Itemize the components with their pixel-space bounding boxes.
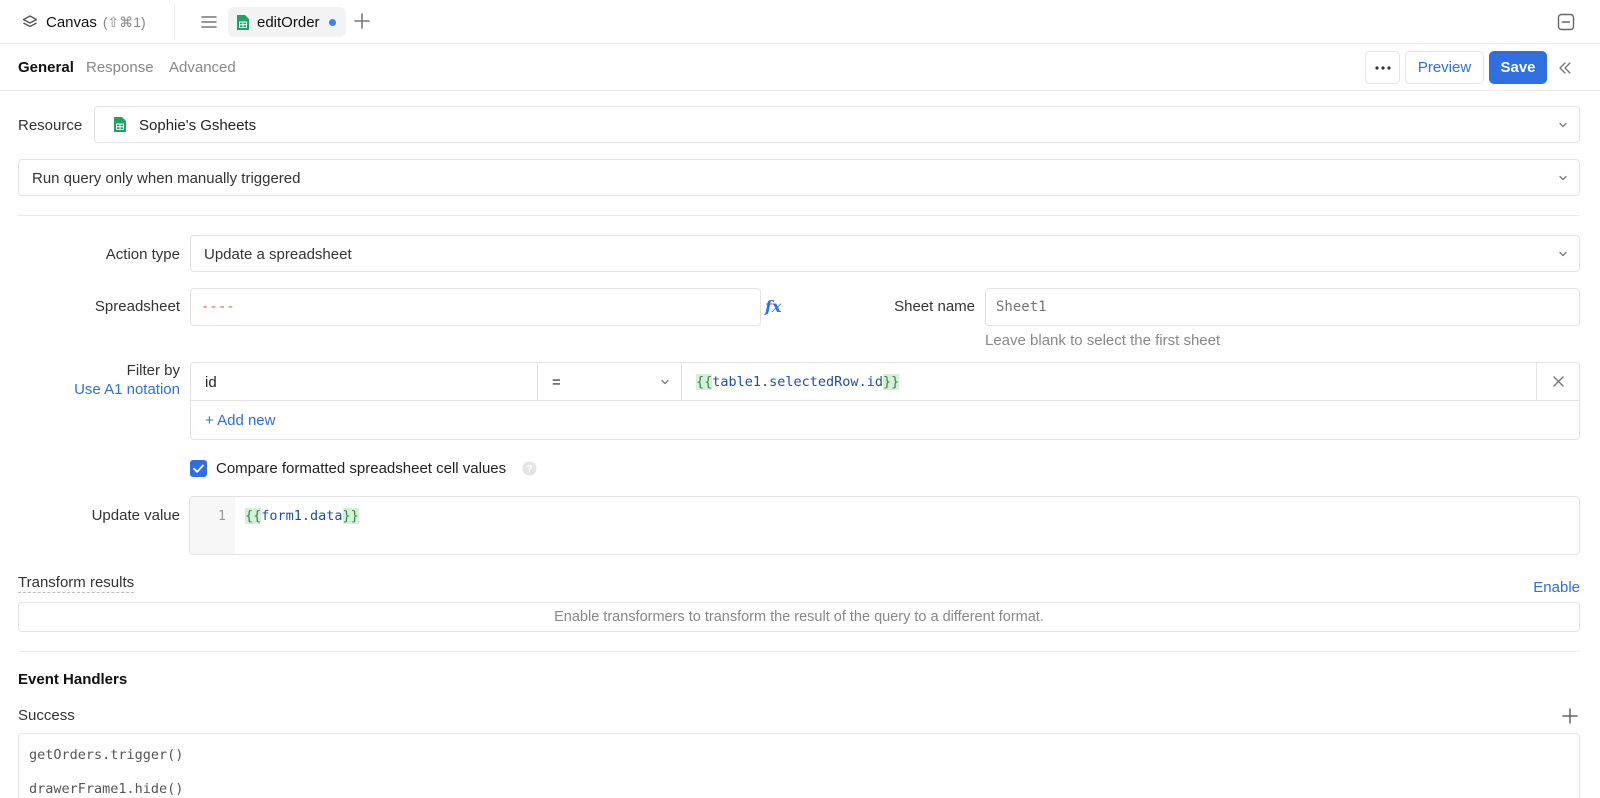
divider <box>174 4 175 40</box>
add-event-handler-icon[interactable] <box>1562 708 1578 724</box>
spreadsheet-value: ---- <box>201 299 235 315</box>
ellipsis-icon <box>1374 65 1391 70</box>
tab-bar: Canvas (⇧⌘1) editOrder <box>0 0 1600 44</box>
line-number: 1 <box>217 508 226 524</box>
update-value-editor[interactable]: 1 {{form1.data}} <box>189 496 1580 555</box>
canvas-shortcut: (⇧⌘1) <box>102 13 146 30</box>
filter-operator-value: = <box>552 374 561 391</box>
help-icon[interactable]: ? <box>522 461 537 476</box>
add-filter-button[interactable]: + Add new <box>205 412 275 429</box>
spreadsheet-label: Spreadsheet <box>94 298 180 315</box>
file-tab-label: editOrder <box>257 13 320 31</box>
canvas-tab[interactable]: Canvas (⇧⌘1) <box>22 11 146 33</box>
update-value-label: Update value <box>91 507 180 524</box>
filter-column-input[interactable]: id <box>191 363 538 401</box>
transform-info-box: Enable transformers to transform the res… <box>18 602 1580 632</box>
spreadsheet-select[interactable]: ---- <box>190 288 761 326</box>
layers-icon <box>22 15 38 28</box>
transform-description: Enable transformers to transform the res… <box>554 609 1044 625</box>
line-number-gutter: 1 <box>190 497 235 554</box>
action-type-value: Update a spreadsheet <box>204 246 352 263</box>
chevron-down-icon <box>1559 251 1567 257</box>
resource-label: Resource <box>18 117 83 134</box>
remove-filter-button[interactable] <box>1536 363 1580 401</box>
minimize-panel-icon[interactable] <box>1556 12 1576 32</box>
tab-general[interactable]: General <box>18 59 74 76</box>
update-value-code: {{form1.data}} <box>245 508 359 524</box>
action-type-select[interactable]: Update a spreadsheet <box>190 235 1580 272</box>
tab-advanced[interactable]: Advanced <box>169 59 236 76</box>
sheet-name-hint: Leave blank to select the first sheet <box>985 332 1221 349</box>
success-label: Success <box>18 707 75 724</box>
compare-formatted-checkbox[interactable] <box>190 460 207 477</box>
collapse-panel-icon[interactable] <box>1557 60 1573 76</box>
filter-value-input[interactable]: {{table1.selectedRow.id}} <box>682 363 1536 401</box>
tab-edit-order[interactable]: editOrder <box>228 7 346 37</box>
sheet-name-input[interactable] <box>985 288 1580 326</box>
chevron-down-icon <box>661 379 669 385</box>
save-button[interactable]: Save <box>1489 51 1547 84</box>
compare-formatted-label: Compare formatted spreadsheet cell value… <box>216 460 507 477</box>
resource-value: Sophie's Gsheets <box>139 117 257 134</box>
google-sheets-icon <box>114 117 126 132</box>
query-editor-header: General Response Advanced Preview Save <box>0 44 1600 91</box>
use-a1-notation-link[interactable]: Use A1 notation <box>40 381 180 398</box>
divider <box>18 215 1580 216</box>
unsaved-indicator <box>328 18 336 26</box>
event-handler-list: getOrders.trigger() drawerFrame1.hide() <box>18 733 1580 798</box>
add-tab-icon[interactable] <box>353 12 371 30</box>
svg-text:?: ? <box>526 464 532 475</box>
filter-group: id = {{table1.selectedRow.id}} + Add new <box>190 362 1580 440</box>
resource-select[interactable]: Sophie's Gsheets <box>94 106 1580 143</box>
menu-icon[interactable] <box>200 13 218 31</box>
filter-value-code: {{table1.selectedRow.id}} <box>696 374 900 390</box>
checkmark-icon <box>193 464 204 473</box>
fx-toggle-button[interactable]: fx <box>765 297 781 316</box>
canvas-tab-label: Canvas <box>46 13 97 31</box>
divider <box>18 651 1580 652</box>
filter-column-value: id <box>205 374 217 391</box>
filter-operator-select[interactable]: = <box>538 363 682 401</box>
more-options-button[interactable] <box>1365 51 1400 84</box>
event-handlers-title: Event Handlers <box>18 671 128 688</box>
tab-response[interactable]: Response <box>86 59 154 76</box>
chevron-down-icon <box>1559 122 1567 128</box>
enable-transformer-button[interactable]: Enable <box>1533 579 1580 596</box>
action-type-label: Action type <box>105 246 180 263</box>
run-trigger-value: Run query only when manually triggered <box>32 170 301 187</box>
transform-results-title: Transform results <box>18 574 135 593</box>
event-handler-item[interactable]: getOrders.trigger() <box>29 747 183 763</box>
filter-by-label: Filter by <box>126 362 180 379</box>
preview-button[interactable]: Preview <box>1405 51 1484 84</box>
close-icon <box>1553 376 1564 387</box>
event-handler-item[interactable]: drawerFrame1.hide() <box>29 781 183 797</box>
run-trigger-select[interactable]: Run query only when manually triggered <box>18 159 1580 196</box>
sheet-name-label: Sheet name <box>894 298 975 315</box>
google-sheets-icon <box>237 14 249 30</box>
chevron-down-icon <box>1559 175 1567 181</box>
